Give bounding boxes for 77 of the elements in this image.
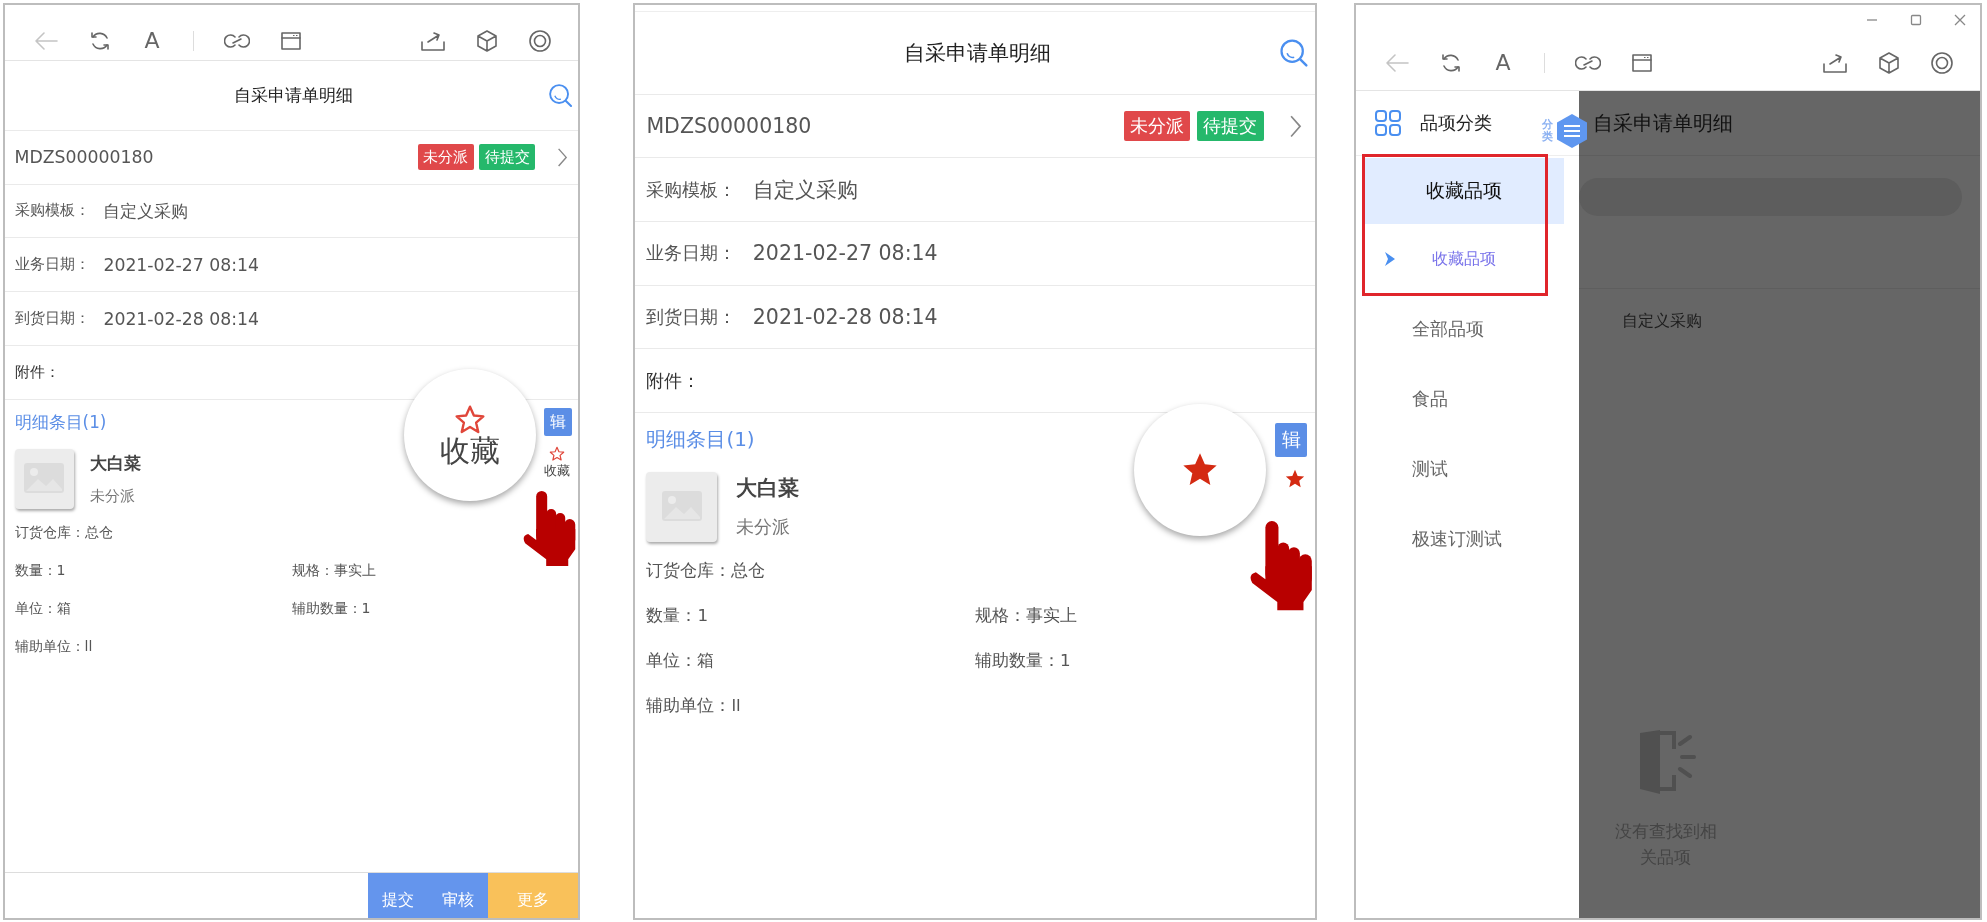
field-label: 附件：	[14, 361, 60, 383]
field-label: 采购模板：	[14, 200, 90, 222]
field-label: 到货日期：	[646, 305, 737, 330]
field-label: 业务日期：	[14, 254, 90, 276]
item-detail: 单位：箱	[14, 599, 72, 619]
triangle-right-icon	[1384, 251, 1396, 267]
field-value: 2021-02-28 08:14	[752, 305, 938, 330]
field-label: 附件：	[646, 368, 701, 393]
item-status: 未分派	[89, 486, 136, 508]
target-icon[interactable]	[1930, 50, 1954, 75]
status-tag: 未分派	[1123, 111, 1191, 141]
category-item[interactable]: 食品	[1356, 364, 1579, 434]
link-icon[interactable]	[1575, 53, 1601, 72]
item-detail: 订货仓库：总仓	[646, 559, 767, 582]
item-detail: 单位：箱	[646, 649, 716, 673]
footer-button[interactable]: 审核	[428, 873, 488, 918]
font-button[interactable]: A	[1492, 50, 1514, 75]
grid-icon	[1374, 109, 1402, 137]
item-detail: 辅助数量：1	[975, 649, 1072, 673]
window-icon[interactable]	[1631, 52, 1653, 73]
field-label: 到货日期：	[14, 308, 90, 330]
field-value: 2021-02-27 08:14	[752, 241, 938, 266]
cube-icon[interactable]	[1878, 50, 1900, 75]
edit-button[interactable]: 辑	[1275, 422, 1308, 457]
item-detail: 辅助数量：1	[291, 599, 372, 619]
close-icon[interactable]	[1954, 14, 1966, 26]
item-detail: 辅助单位：ll	[646, 694, 742, 718]
item-status: 未分派	[735, 515, 791, 540]
status-tag: 待提交	[479, 144, 535, 170]
field-value: 自定义采购	[103, 200, 189, 223]
search-icon[interactable]	[547, 82, 574, 109]
field-value: 自定义采购	[752, 176, 858, 204]
item-detail: 规格：事实上	[975, 604, 1078, 628]
refresh-icon[interactable]	[1440, 51, 1462, 74]
category-item[interactable]: 全部品项	[1356, 294, 1579, 364]
item-detail: 规格：事实上	[291, 561, 377, 581]
maximize-icon[interactable]	[1910, 14, 1922, 26]
favorite-label: 收藏	[544, 462, 570, 481]
search-icon[interactable]	[1278, 37, 1310, 69]
order-number: MDZS00000180	[14, 147, 154, 168]
favorite-label: 收藏	[440, 436, 501, 467]
category-item[interactable]: 极速订测试	[1356, 504, 1579, 574]
edit-button[interactable]: 辑	[544, 408, 572, 436]
page-title: 自采申请单明细	[904, 39, 1052, 67]
font-button[interactable]: A	[141, 28, 163, 53]
page-title: 自采申请单明细	[234, 84, 354, 108]
star-outline-icon[interactable]	[549, 446, 565, 463]
item-detail: 辅助单位：ll	[14, 637, 94, 657]
chevron-right-icon[interactable]	[555, 146, 569, 168]
category-item[interactable]: 测试	[1356, 434, 1579, 504]
section-title: 明细条目(1)	[14, 410, 107, 434]
category-item[interactable]: 收藏品项	[1364, 158, 1564, 224]
item-detail: 订货仓库：总仓	[14, 523, 114, 543]
field-value: 2021-02-27 08:14	[103, 254, 259, 275]
item-name: 大白菜	[89, 451, 141, 475]
link-icon[interactable]	[224, 31, 250, 50]
order-number: MDZS00000180	[646, 114, 812, 139]
field-value: 2021-02-28 08:14	[103, 308, 259, 329]
share-icon[interactable]	[1822, 51, 1848, 74]
item-detail: 数量：1	[646, 604, 710, 628]
target-icon[interactable]	[528, 28, 552, 53]
template-value: 自定义采购	[1621, 310, 1703, 332]
sidebar-title: 品项分类	[1420, 111, 1492, 135]
window-icon[interactable]	[280, 30, 302, 51]
status-tag: 未分派	[417, 144, 474, 170]
share-icon[interactable]	[420, 29, 446, 52]
field-label: 采购模板：	[646, 177, 737, 202]
section-title: 明细条目(1)	[646, 426, 755, 454]
item-name: 大白菜	[735, 474, 799, 502]
item-detail: 数量：1	[14, 561, 67, 581]
field-label: 业务日期：	[646, 241, 737, 266]
status-tag: 待提交	[1197, 111, 1264, 141]
chevron-right-icon[interactable]	[1288, 113, 1304, 139]
refresh-icon[interactable]	[89, 29, 111, 52]
subcategory-item[interactable]: 收藏品项	[1356, 224, 1579, 294]
cube-icon[interactable]	[476, 28, 498, 53]
footer-button[interactable]: 提交	[368, 873, 428, 918]
